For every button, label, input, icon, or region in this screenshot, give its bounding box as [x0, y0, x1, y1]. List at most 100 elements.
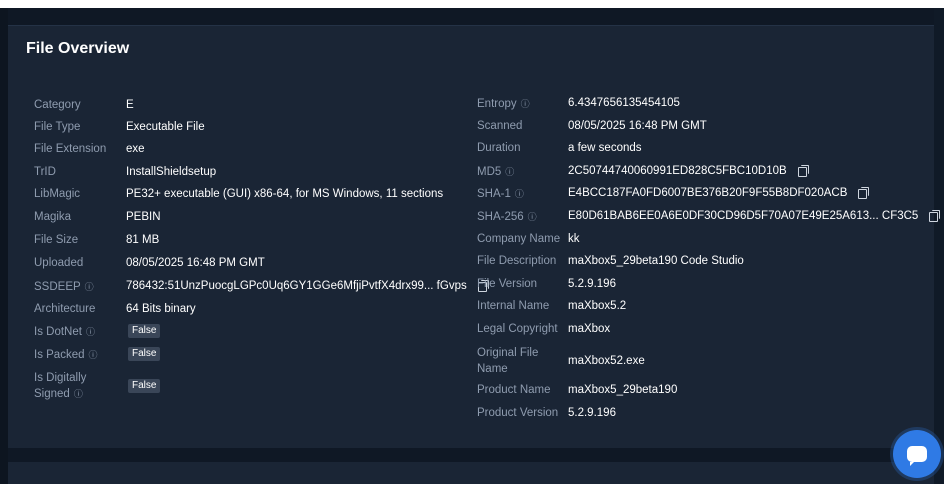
is-packed-label-text: Is Packed: [34, 348, 85, 361]
row-file-type: File Type Executable File: [34, 118, 205, 136]
product-name-label: Product Name: [477, 384, 551, 396]
next-section-card: [8, 462, 934, 484]
uploaded-value: 08/05/2025 16:48 PM GMT: [126, 257, 265, 269]
original-file-name-label-line2: Name: [477, 363, 508, 375]
copy-icon[interactable]: [797, 165, 809, 177]
row-entropy: Entropy ⓘ 6.4347656135454105: [477, 94, 680, 112]
row-file-description: File Description maXbox5_29beta190 Code …: [477, 252, 744, 270]
row-is-digitally-signed: Is Digitally Signed ⓘ False: [34, 368, 161, 404]
is-packed-badge: False: [128, 347, 161, 361]
row-company-name: Company Name kk: [477, 230, 580, 248]
row-md5: MD5 ⓘ 2C50744740060991ED828C5FBC10D10B: [477, 162, 809, 180]
file-type-value: Executable File: [126, 121, 205, 133]
file-extension-value: exe: [126, 143, 145, 155]
legal-copyright-value: maXbox: [568, 323, 611, 335]
magika-value: PEBIN: [126, 211, 161, 223]
info-icon[interactable]: ⓘ: [515, 189, 524, 199]
trid-label: TrID: [34, 166, 56, 178]
sha256-label-text: SHA-256: [477, 210, 524, 223]
row-libmagic: LibMagic PE32+ executable (GUI) x86-64, …: [34, 185, 443, 203]
legal-copyright-label: Legal Copyright: [477, 323, 558, 335]
is-digitally-signed-label-line2: Signed: [34, 388, 70, 400]
top-bar: [0, 0, 944, 8]
copy-icon[interactable]: [857, 187, 870, 199]
is-digitally-signed-label: Is Digitally Signed ⓘ: [34, 370, 128, 402]
file-description-value: maXbox5_29beta190 Code Studio: [568, 255, 744, 267]
row-sha1: SHA-1 ⓘ E4BCC187FA0FD6007BE376B20F9F55B8D…: [477, 184, 870, 202]
row-ssdeep: SSDEEP ⓘ 786432:51UnzPuocgLGPc0Uq6GY1GGe6…: [34, 277, 489, 295]
info-icon[interactable]: ⓘ: [74, 389, 83, 399]
internal-name-value: maXbox5.2: [568, 300, 627, 312]
is-digitally-signed-label-line1: Is Digitally: [34, 372, 87, 384]
row-product-name: Product Name maXbox5_29beta190: [477, 381, 677, 399]
product-name-value: maXbox5_29beta190: [568, 384, 678, 396]
architecture-label: Architecture: [34, 303, 96, 315]
file-version-value: 5.2.9.196: [568, 278, 616, 290]
sha256-label: SHA-256 ⓘ: [477, 210, 568, 223]
magika-label: Magika: [34, 211, 72, 223]
category-label: Category: [34, 99, 81, 111]
row-uploaded: Uploaded 08/05/2025 16:48 PM GMT: [34, 254, 265, 272]
company-name-value: kk: [568, 233, 580, 245]
duration-value: a few seconds: [568, 142, 642, 154]
row-trid: TrID InstallShieldsetup: [34, 163, 216, 181]
ssdeep-value: 786432:51UnzPuocgLGPc0Uq6GY1GGe6MfjiPvtf…: [126, 280, 467, 292]
info-icon[interactable]: ⓘ: [86, 327, 95, 337]
info-icon[interactable]: ⓘ: [85, 282, 94, 292]
is-dotnet-badge: False: [128, 324, 161, 338]
is-dotnet-label-text: Is DotNet: [34, 325, 82, 338]
internal-name-label: Internal Name: [477, 300, 550, 312]
product-version-value: 5.2.9.196: [568, 407, 616, 419]
architecture-value: 64 Bits binary: [126, 303, 196, 315]
is-dotnet-label: Is DotNet ⓘ: [34, 325, 128, 338]
sha1-label-text: SHA-1: [477, 187, 511, 200]
file-size-label: File Size: [34, 234, 79, 246]
ssdeep-label: SSDEEP ⓘ: [34, 280, 126, 293]
row-scanned: Scanned 08/05/2025 16:48 PM GMT: [477, 117, 707, 135]
file-extension-label: File Extension: [34, 143, 107, 155]
row-architecture: Architecture 64 Bits binary: [34, 300, 196, 318]
info-icon[interactable]: ⓘ: [505, 167, 514, 177]
uploaded-label: Uploaded: [34, 257, 84, 269]
row-category: Category E: [34, 96, 134, 114]
original-file-name-label-line1: Original File: [477, 347, 539, 359]
chat-button[interactable]: [893, 430, 941, 478]
file-version-label: File Version: [477, 278, 538, 290]
libmagic-label: LibMagic: [34, 188, 81, 200]
md5-label: MD5 ⓘ: [477, 165, 568, 178]
company-name-label: Company Name: [477, 233, 561, 245]
original-file-name-value: maXbox52.exe: [568, 355, 645, 367]
md5-value: 2C50744740060991ED828C5FBC10D10B: [568, 165, 787, 177]
sha1-value: E4BCC187FA0FD6007BE376B20F9F55B8DF020ACB: [568, 187, 848, 199]
entropy-label: Entropy ⓘ: [477, 97, 568, 110]
chat-icon: [907, 446, 927, 466]
row-sha256: SHA-256 ⓘ E80D61BAB6EE0A6E0DF30CD96D5F70A…: [477, 207, 941, 225]
right-gutter: [934, 8, 944, 484]
trid-value: InstallShieldsetup: [126, 166, 217, 178]
file-size-value: 81 MB: [126, 234, 160, 246]
info-icon[interactable]: ⓘ: [89, 350, 98, 360]
entropy-value: 6.4347656135454105: [568, 97, 680, 109]
row-is-packed: Is Packed ⓘ False: [34, 345, 161, 363]
file-description-label: File Description: [477, 255, 557, 267]
entropy-label-text: Entropy: [477, 97, 517, 110]
libmagic-value: PE32+ executable (GUI) x86-64, for MS Wi…: [126, 188, 444, 200]
is-digitally-signed-badge: False: [128, 379, 161, 393]
info-icon[interactable]: ⓘ: [521, 99, 530, 109]
row-magika: Magika PEBIN: [34, 208, 161, 226]
info-icon[interactable]: ⓘ: [528, 212, 537, 222]
sha256-value: E80D61BAB6EE0A6E0DF30CD96D5F70A07E49E25A…: [568, 210, 919, 222]
ssdeep-label-text: SSDEEP: [34, 280, 81, 293]
row-file-size: File Size 81 MB: [34, 231, 159, 249]
category-value: E: [126, 99, 134, 111]
row-product-version: Product Version 5.2.9.196: [477, 404, 616, 422]
scanned-value: 08/05/2025 16:48 PM GMT: [568, 120, 707, 132]
copy-icon[interactable]: [928, 210, 941, 222]
row-file-extension: File Extension exe: [34, 140, 145, 158]
sha1-label: SHA-1 ⓘ: [477, 187, 568, 200]
row-duration: Duration a few seconds: [477, 139, 642, 157]
is-packed-label: Is Packed ⓘ: [34, 348, 128, 361]
card-title: File Overview: [26, 40, 130, 57]
scanned-label: Scanned: [477, 120, 523, 132]
row-internal-name: Internal Name maXbox5.2: [477, 297, 626, 315]
